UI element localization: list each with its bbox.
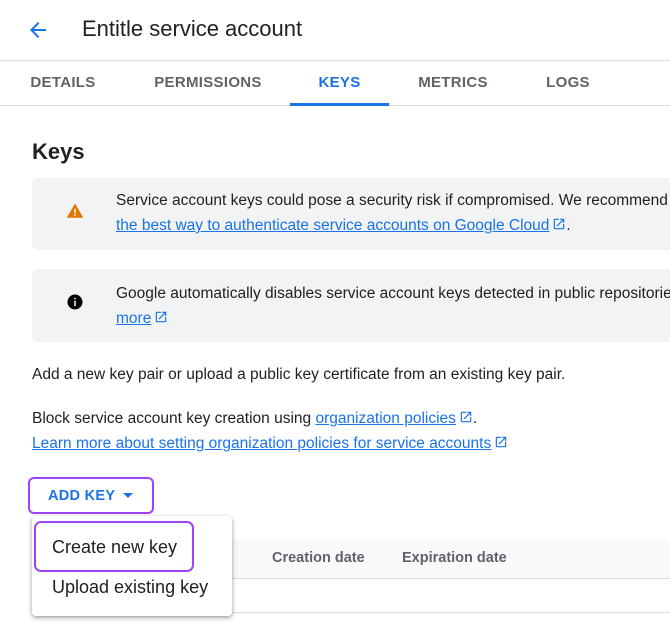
learn-more-link[interactable]: more xyxy=(116,310,151,327)
add-key-button[interactable]: ADD KEY xyxy=(28,477,154,514)
external-link-icon xyxy=(156,311,167,323)
tab-logs[interactable]: LOGS xyxy=(518,61,618,105)
page-header: Entitle service account xyxy=(0,0,670,60)
block-key-creation-text: Block service account key creation using… xyxy=(32,406,477,431)
active-tab-indicator xyxy=(290,103,389,106)
menu-item-label: Upload existing key xyxy=(52,577,209,597)
tab-permissions[interactable]: PERMISSIONS xyxy=(136,61,280,105)
add-key-pair-text: Add a new key pair or upload a public ke… xyxy=(32,366,566,383)
warning-banner: Service account keys could pose a securi… xyxy=(32,178,670,250)
learn-more-org-policies: Learn more about setting organization po… xyxy=(32,431,508,456)
organization-policies-link[interactable]: organization policies xyxy=(315,410,455,427)
external-link-icon xyxy=(554,218,565,230)
block-text: Block service account key creation using xyxy=(32,410,312,427)
tab-keys[interactable]: KEYS xyxy=(290,61,389,105)
column-expiration-date[interactable]: Expiration date xyxy=(402,550,507,566)
info-icon xyxy=(67,294,83,310)
add-key-label: ADD KEY xyxy=(48,488,116,504)
page-title: Entitle service account xyxy=(82,16,303,41)
warning-banner-suffix: . xyxy=(566,217,571,234)
add-key-menu: Create new key Upload existing key xyxy=(32,516,232,616)
tab-details[interactable]: DETAILS xyxy=(0,61,126,105)
external-link-icon xyxy=(495,436,507,448)
block-text-suffix: . xyxy=(472,410,478,427)
best-way-authenticate-link[interactable]: the best way to authenticate service acc… xyxy=(116,217,549,234)
info-banner: Google automatically disables service ac… xyxy=(32,269,670,342)
caret-down-icon xyxy=(123,493,133,498)
warning-banner-line1: Service account keys could pose a securi… xyxy=(116,192,668,209)
warning-icon xyxy=(66,203,84,218)
menu-item-upload-existing-key[interactable]: Upload existing key xyxy=(32,567,232,607)
learn-more-org-policies-link[interactable]: Learn more about setting organization po… xyxy=(32,435,491,452)
arrow-back-icon xyxy=(30,22,46,38)
menu-item-create-new-key[interactable]: Create new key xyxy=(32,527,232,567)
tab-bar: DETAILS PERMISSIONS KEYS METRICS LOGS xyxy=(0,60,670,106)
column-creation-date[interactable]: Creation date xyxy=(272,550,365,566)
menu-item-label: Create new key xyxy=(52,537,178,557)
warning-banner-line2: the best way to authenticate service acc… xyxy=(116,213,571,238)
back-button[interactable] xyxy=(22,14,54,46)
info-banner-line1: Google automatically disables service ac… xyxy=(116,285,670,302)
external-link-icon xyxy=(460,411,472,423)
section-title: Keys xyxy=(32,139,85,164)
tab-metrics[interactable]: METRICS xyxy=(402,61,504,105)
info-banner-line2: more xyxy=(116,306,168,331)
service-account-page: Entitle service account DETAILS PERMISSI… xyxy=(0,0,670,630)
